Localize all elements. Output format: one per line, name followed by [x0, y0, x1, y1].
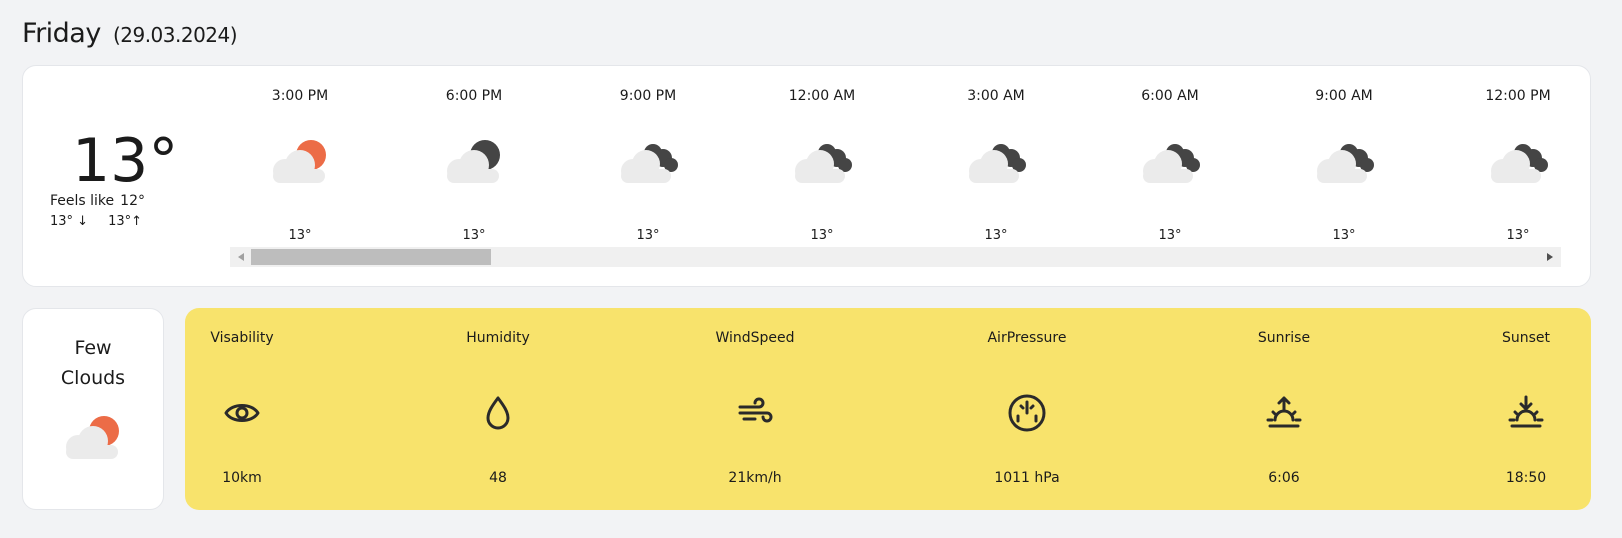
feels-like-value: 12° — [120, 193, 145, 209]
cloudy-night-icon — [1448, 116, 1561, 206]
scroll-right-arrow-icon[interactable] — [1547, 253, 1553, 261]
detail-visibility: Visability 10km — [185, 308, 322, 486]
wind-icon — [675, 378, 835, 448]
detail-airpressure: AirPressure 1011 hPa — [947, 308, 1107, 486]
hour-temperature: 13° — [810, 228, 834, 243]
hourly-scrollbar[interactable] — [230, 247, 1561, 267]
hour-temperature: 13° — [984, 228, 1008, 243]
hour-temperature: 13° — [462, 228, 486, 243]
hourly-item: 12:00 AM 13° — [752, 80, 892, 243]
detail-sunset: Sunset 18:50 — [1446, 308, 1591, 486]
detail-humidity: Humidity 48 — [418, 308, 578, 486]
hour-time: 6:00 PM — [445, 88, 503, 104]
condition-card: Few Clouds — [22, 308, 164, 510]
sunset-icon — [1446, 378, 1591, 448]
current-temperature: 13° — [72, 126, 179, 196]
day-date: (29.03.2024) — [112, 23, 238, 47]
hour-time: 3:00 PM — [271, 88, 329, 104]
day-header: Friday (29.03.2024) — [22, 18, 238, 49]
detail-label: Humidity — [466, 330, 530, 346]
hour-temperature: 13° — [1506, 228, 1530, 243]
cloudy-night-icon — [1274, 116, 1414, 206]
detail-label: Sunset — [1501, 330, 1551, 346]
droplet-icon — [418, 378, 578, 448]
max-temperature: 13°↑ — [108, 214, 143, 229]
condition-text: Few Clouds — [60, 337, 126, 389]
eye-icon — [185, 378, 322, 448]
hour-time: 6:00 AM — [1141, 88, 1199, 104]
detail-label: Sunrise — [1257, 330, 1311, 346]
detail-label: AirPressure — [987, 330, 1067, 346]
cloud-moon-icon — [404, 116, 544, 206]
hourly-item: 9:00 PM 13° — [578, 80, 718, 243]
detail-value: 6:06 — [1268, 470, 1300, 486]
sunrise-icon — [1204, 378, 1364, 448]
day-name: Friday — [22, 18, 101, 49]
min-temperature: 13° ↓ — [50, 214, 89, 229]
detail-label: Visability — [210, 330, 274, 346]
detail-windspeed: WindSpeed 21km/h — [675, 308, 835, 486]
hourly-item: 6:00 AM 13° — [1100, 80, 1240, 243]
scrollbar-thumb[interactable] — [251, 249, 491, 265]
hourly-item: 3:00 PM 13° — [230, 80, 370, 243]
weather-details-panel: Visability 10km Humidity 48 WindSpeed 21… — [185, 308, 1591, 510]
scroll-left-arrow-icon[interactable] — [238, 253, 244, 261]
gauge-icon — [947, 378, 1107, 448]
hour-temperature: 13° — [636, 228, 660, 243]
feels-like-label: Feels like — [50, 193, 115, 209]
hour-time: 9:00 AM — [1315, 88, 1373, 104]
hour-time: 12:00 AM — [788, 88, 856, 104]
cloudy-night-icon — [578, 116, 718, 206]
hour-time: 9:00 PM — [619, 88, 677, 104]
hour-time: 3:00 AM — [967, 88, 1025, 104]
detail-value: 21km/h — [728, 470, 782, 486]
cloud-sun-icon — [23, 409, 163, 465]
min-max-temperature: 13° ↓ 13°↑ — [50, 214, 170, 229]
hour-time: 12:00 PM — [1485, 88, 1551, 104]
hourly-item: 3:00 AM 13° — [926, 80, 1066, 243]
detail-sunrise: Sunrise 6:06 — [1204, 308, 1364, 486]
hourly-item: 12:00 PM 13° — [1448, 80, 1561, 243]
cloudy-night-icon — [1100, 116, 1240, 206]
hour-temperature: 13° — [288, 228, 312, 243]
detail-label: WindSpeed — [715, 330, 795, 346]
cloud-sun-icon — [230, 116, 370, 206]
hour-temperature: 13° — [1158, 228, 1182, 243]
hourly-forecast-list[interactable]: 3:00 PM 13° 6:00 PM 13° 9:00 PM 13° 12:0… — [230, 80, 1561, 250]
hourly-item: 9:00 AM 13° — [1274, 80, 1414, 243]
detail-value: 18:50 — [1505, 470, 1547, 486]
cloudy-night-icon — [926, 116, 1066, 206]
cloudy-night-icon — [752, 116, 892, 206]
detail-value: 1011 hPa — [994, 470, 1060, 486]
hourly-item: 6:00 PM 13° — [404, 80, 544, 243]
current-weather: 13° Feels like 12° 13° ↓ 13°↑ — [50, 126, 179, 229]
detail-value: 48 — [489, 470, 507, 486]
detail-value: 10km — [222, 470, 262, 486]
hour-temperature: 13° — [1332, 228, 1356, 243]
